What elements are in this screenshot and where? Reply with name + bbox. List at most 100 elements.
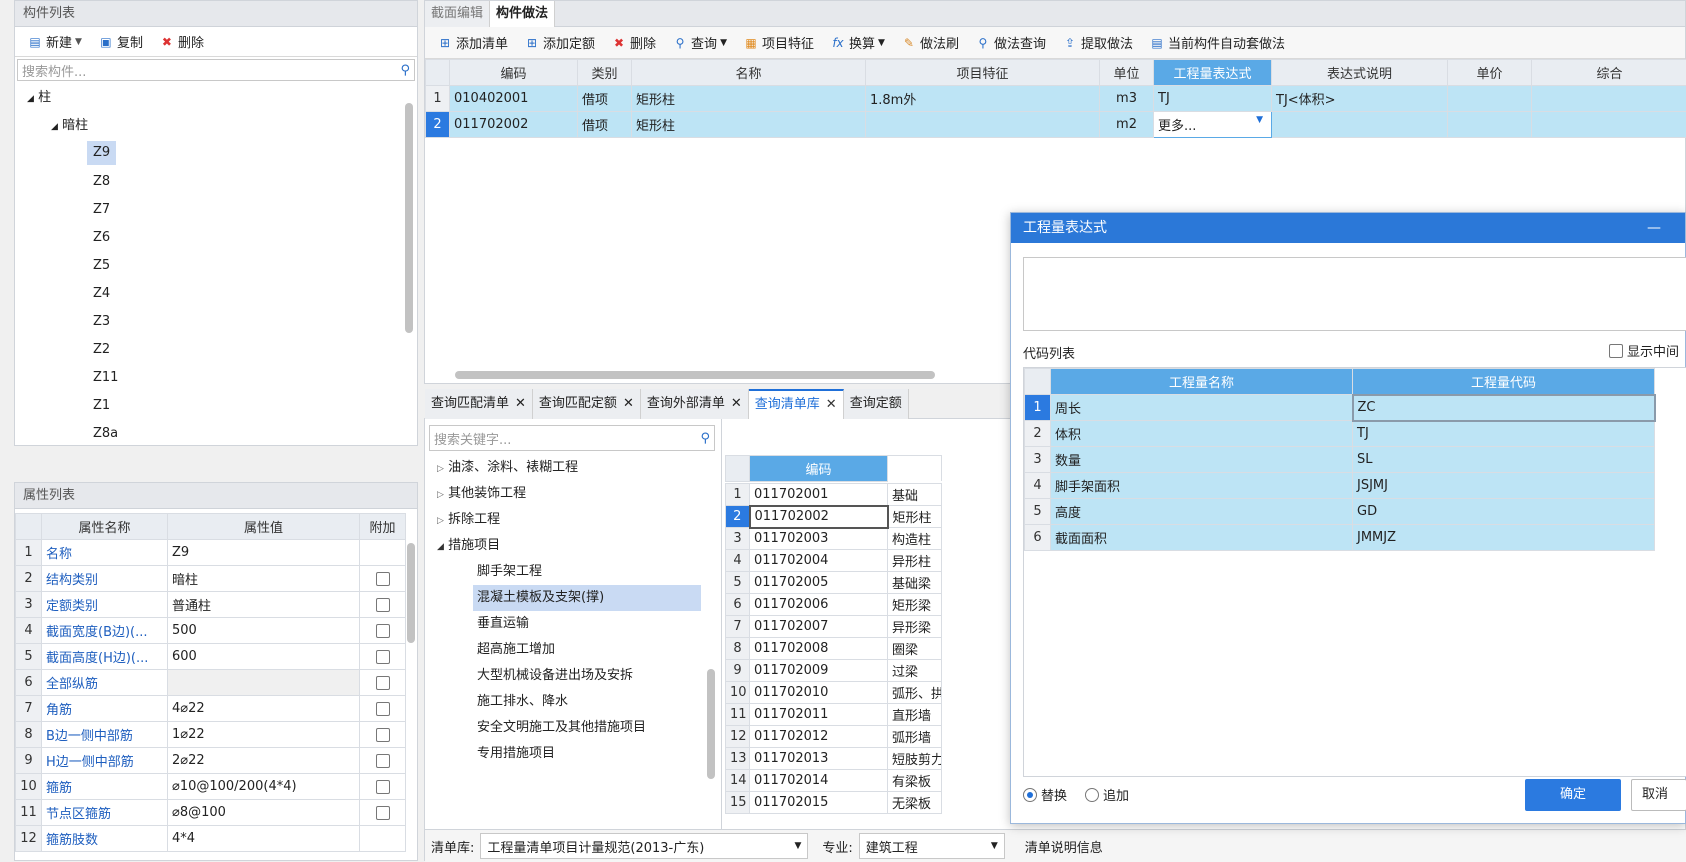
close-icon[interactable]: ✕ bbox=[515, 389, 526, 419]
minimize-icon[interactable]: — bbox=[1647, 213, 1661, 243]
checkbox[interactable] bbox=[376, 780, 390, 794]
major-select[interactable]: 建筑工程▼ bbox=[859, 833, 1005, 859]
keyword-search-input[interactable]: 搜索关键字... ⚲ bbox=[429, 425, 715, 451]
auto-apply-button[interactable]: ▤当前构件自动套做法 bbox=[1143, 30, 1291, 56]
tree-node-selected[interactable]: 混凝土模板及支架(撑) bbox=[473, 585, 701, 611]
tree-node[interactable]: 大型机械设备进出场及安拆 bbox=[477, 663, 633, 689]
property-scrollbar[interactable] bbox=[407, 543, 415, 643]
list-row[interactable]: 6011702006矩形梁 bbox=[726, 594, 942, 616]
table-row[interactable]: 5高度GD bbox=[1025, 499, 1655, 525]
tree-item[interactable]: Z4 bbox=[93, 281, 110, 307]
list-row[interactable]: 13011702013短肢剪力墙 bbox=[726, 748, 942, 770]
tree-item[interactable]: Z5 bbox=[93, 253, 110, 279]
checkbox[interactable] bbox=[1609, 344, 1623, 358]
tree-node[interactable]: ◢ 措施项目 bbox=[437, 533, 500, 559]
table-row[interactable]: 3定额类别普通柱 bbox=[16, 592, 406, 618]
table-row[interactable]: 10箍筋⌀10@100/200(4*4) bbox=[16, 774, 406, 800]
list-row[interactable]: 14011702014有梁板 bbox=[726, 770, 942, 792]
replace-radio[interactable]: 替换 bbox=[1023, 785, 1067, 804]
list-row[interactable]: 12011702012弧形墙 bbox=[726, 726, 942, 748]
tree-item[interactable]: Z11 bbox=[93, 365, 118, 391]
table-row[interactable]: 12箍筋肢数4*4 bbox=[16, 826, 406, 852]
table-row[interactable]: 7角筋4⌀22 bbox=[16, 696, 406, 722]
list-row[interactable]: 8011702008圈梁 bbox=[726, 638, 942, 660]
tree-node[interactable]: ▷ 油漆、涂料、裱糊工程 bbox=[437, 455, 578, 481]
expression-input[interactable] bbox=[1023, 257, 1686, 331]
tab-component-method[interactable]: 构件做法 bbox=[490, 1, 555, 27]
list-row[interactable]: 9011702009过梁 bbox=[726, 660, 942, 682]
checkbox[interactable] bbox=[376, 806, 390, 820]
expression-dropdown[interactable]: 更多...▼ bbox=[1154, 112, 1272, 138]
convert-button[interactable]: fx换算▼ bbox=[824, 30, 891, 56]
delete-button[interactable]: ✖删除 bbox=[605, 30, 662, 56]
show-middle-toggle[interactable]: 显示中间 bbox=[1609, 341, 1679, 360]
tree-node[interactable]: 专用措施项目 bbox=[477, 741, 555, 767]
ok-button[interactable]: 确定 bbox=[1525, 779, 1621, 811]
add-quota-button[interactable]: ⊞添加定额 bbox=[518, 30, 601, 56]
tab-query-match-quota[interactable]: 查询匹配定额✕ bbox=[533, 389, 641, 419]
tree-item[interactable]: Z3 bbox=[93, 309, 110, 335]
tree-node[interactable]: 垂直运输 bbox=[477, 611, 529, 637]
table-row[interactable]: 4脚手架面积JSJMJ bbox=[1025, 473, 1655, 499]
horizontal-scrollbar[interactable] bbox=[455, 371, 935, 379]
tree-item[interactable]: Z2 bbox=[93, 337, 110, 363]
table-row[interactable]: 4截面宽度(B边)(...500 bbox=[16, 618, 406, 644]
table-row[interactable]: 11节点区箍筋⌀8@100 bbox=[16, 800, 406, 826]
list-row[interactable]: 10011702010弧形、拱形 bbox=[726, 682, 942, 704]
close-icon[interactable]: ✕ bbox=[623, 389, 634, 419]
list-row[interactable]: 15011702015无梁板 bbox=[726, 792, 942, 814]
close-icon[interactable]: ✕ bbox=[826, 390, 837, 420]
list-row[interactable]: 7011702007异形梁 bbox=[726, 616, 942, 638]
tree-node[interactable]: 脚手架工程 bbox=[477, 559, 542, 585]
checkbox[interactable] bbox=[376, 598, 390, 612]
tree-item[interactable]: Z6 bbox=[93, 225, 110, 251]
table-row[interactable]: 6全部纵筋 bbox=[16, 670, 406, 696]
tree-item[interactable]: Z8 bbox=[93, 169, 110, 195]
tree-node-column[interactable]: ◢ 柱 bbox=[27, 85, 51, 111]
tab-query-external-list[interactable]: 查询外部清单✕ bbox=[641, 389, 749, 419]
new-button[interactable]: ▤新建▼ bbox=[21, 29, 88, 55]
checkbox[interactable] bbox=[376, 728, 390, 742]
list-row[interactable]: 2011702002矩形柱 bbox=[726, 506, 942, 528]
cancel-button[interactable]: 取消 bbox=[1631, 779, 1686, 811]
tree-item[interactable]: Z8a bbox=[93, 421, 118, 447]
list-library-select[interactable]: 工程量清单项目计量规范(2013-广东)▼ bbox=[480, 833, 808, 859]
tree-item[interactable]: Z7 bbox=[93, 197, 110, 223]
list-row[interactable]: 4011702004异形柱 bbox=[726, 550, 942, 572]
add-list-button[interactable]: ⊞添加清单 bbox=[431, 30, 514, 56]
tree-scrollbar[interactable] bbox=[707, 669, 715, 779]
checkbox[interactable] bbox=[376, 624, 390, 638]
tab-query-quota[interactable]: 查询定额 bbox=[844, 389, 909, 419]
table-row[interactable]: 1周长ZC bbox=[1025, 395, 1655, 421]
tree-node[interactable]: 施工排水、降水 bbox=[477, 689, 568, 715]
component-search-input[interactable]: 搜索构件... ⚲ bbox=[17, 59, 415, 81]
checkbox[interactable] bbox=[376, 754, 390, 768]
copy-button[interactable]: ▣复制 bbox=[92, 29, 149, 55]
method-query-button[interactable]: ⚲做法查询 bbox=[969, 30, 1052, 56]
method-brush-button[interactable]: ✎做法刷 bbox=[895, 30, 965, 56]
table-row[interactable]: 5截面高度(H边)(...600 bbox=[16, 644, 406, 670]
checkbox[interactable] bbox=[376, 702, 390, 716]
checkbox[interactable] bbox=[376, 572, 390, 586]
checkbox[interactable] bbox=[376, 676, 390, 690]
table-row[interactable]: 9H边一侧中部筋2⌀22 bbox=[16, 748, 406, 774]
close-icon[interactable]: ✕ bbox=[731, 389, 742, 419]
tree-scrollbar[interactable] bbox=[405, 103, 413, 333]
list-row[interactable]: 3011702003构造柱 bbox=[726, 528, 942, 550]
list-row[interactable]: 5011702005基础梁 bbox=[726, 572, 942, 594]
tree-node[interactable]: ▷ 其他装饰工程 bbox=[437, 481, 526, 507]
checkbox[interactable] bbox=[376, 650, 390, 664]
list-row[interactable]: 11011702011直形墙 bbox=[726, 704, 942, 726]
table-row[interactable]: 2体积TJ bbox=[1025, 421, 1655, 447]
append-radio[interactable]: 追加 bbox=[1085, 785, 1129, 804]
list-description-link[interactable]: 清单说明信息 bbox=[1025, 837, 1103, 856]
extract-method-button[interactable]: ⇪提取做法 bbox=[1056, 30, 1139, 56]
table-row[interactable]: 2结构类别暗柱 bbox=[16, 566, 406, 592]
tab-section-edit[interactable]: 截面编辑 bbox=[425, 1, 490, 27]
list-row[interactable]: 1011702001基础 bbox=[726, 484, 942, 506]
tree-node[interactable]: 安全文明施工及其他措施项目 bbox=[477, 715, 646, 741]
tree-node[interactable]: 超高施工增加 bbox=[477, 637, 555, 663]
delete-button[interactable]: ✖删除 bbox=[153, 29, 210, 55]
tree-item[interactable]: Z9 bbox=[87, 141, 116, 165]
item-feature-button[interactable]: ▦项目特征 bbox=[737, 30, 820, 56]
